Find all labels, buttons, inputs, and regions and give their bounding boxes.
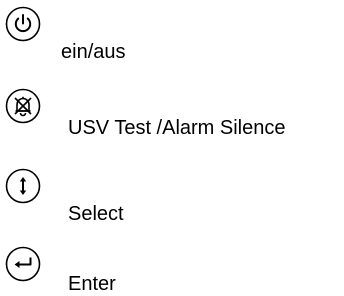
enter-button[interactable] — [5, 246, 41, 282]
legend-label: Select — [68, 203, 124, 225]
legend-item-select: Select — [0, 156, 344, 225]
legend-item-alarm-silence: USV Test /Alarm Silence — [0, 76, 344, 139]
select-button[interactable] — [5, 168, 41, 204]
legend-item-enter: Enter — [0, 236, 344, 296]
legend-label: Enter — [68, 273, 116, 295]
alarm-silence-button[interactable] — [5, 88, 41, 124]
power-button[interactable] — [5, 6, 41, 42]
enter-icon — [5, 246, 41, 282]
select-arrows-icon — [5, 168, 41, 204]
power-icon — [5, 6, 41, 42]
legend-label: ein/aus — [61, 41, 126, 63]
legend-label: USV Test /Alarm Silence — [68, 117, 286, 139]
alarm-silence-icon — [5, 88, 41, 124]
legend-item-power: ein/aus — [0, 0, 344, 63]
